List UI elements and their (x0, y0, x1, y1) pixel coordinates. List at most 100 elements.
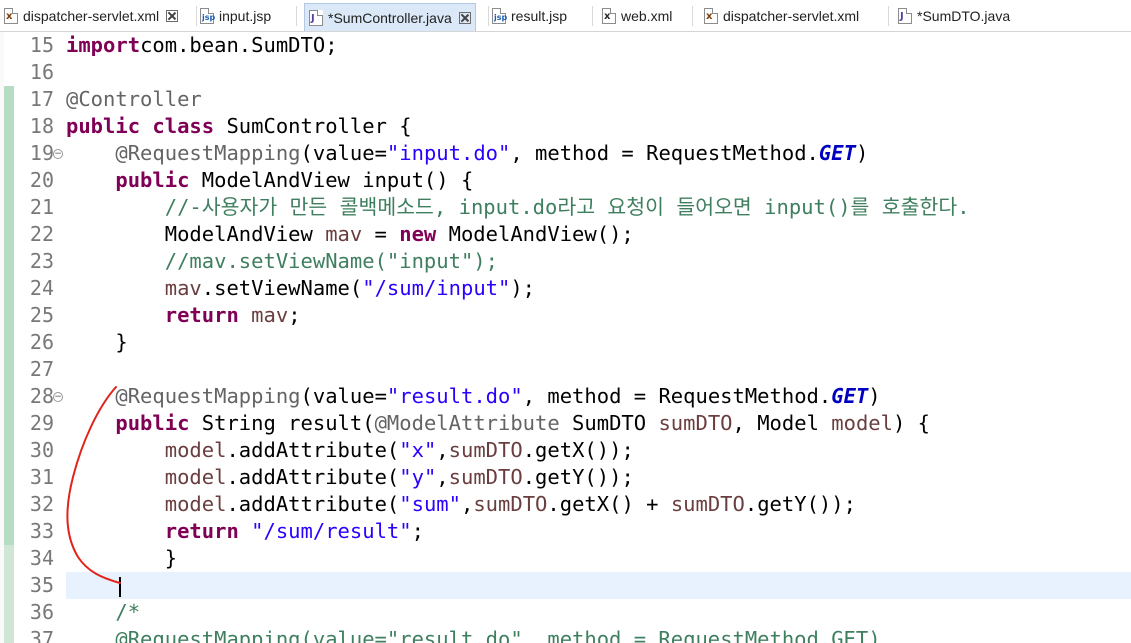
code-token: .addAttribute( (226, 492, 400, 516)
code-token: , (436, 465, 449, 489)
tab-result-jsp[interactable]: jsp result.jsp (492, 4, 567, 28)
code-token: ModelAndView(); (436, 222, 634, 246)
java-file-icon: J (309, 9, 323, 26)
code-token: "/sum/input" (362, 276, 511, 300)
code-line[interactable]: model.addAttribute("y",sumDTO.getY()); (66, 464, 634, 491)
code-token: , Model (732, 411, 832, 435)
line-number: 17 (29, 87, 54, 111)
code-token: GET (831, 384, 869, 408)
code-line[interactable]: @RequestMapping(value="input.do", method… (66, 140, 868, 167)
code-token: ModelAndView (66, 222, 326, 246)
code-token: SumController { (214, 114, 412, 138)
code-token: model (164, 492, 227, 516)
code-line[interactable]: } (66, 329, 128, 356)
line-number: 34 (29, 546, 54, 570)
code-line[interactable]: public String result(@ModelAttribute Sum… (66, 410, 930, 437)
line-number: 21 (29, 195, 54, 219)
code-token: sumDTO (658, 411, 733, 435)
code-line[interactable]: @RequestMapping(value="result.do", metho… (66, 626, 881, 643)
code-token: } (66, 330, 128, 354)
tab-sumcontroller-java[interactable]: J *SumController.java (304, 3, 476, 31)
code-token: @RequestMapping (115, 141, 301, 165)
code-line[interactable]: @RequestMapping(value="result.do", metho… (66, 383, 880, 410)
code-line[interactable]: return "/sum/result"; (66, 518, 424, 545)
code-token: ModelAndView input() { (189, 168, 474, 192)
code-token: "y" (399, 465, 437, 489)
code-token: @RequestMapping(value="result.do", metho… (115, 627, 881, 643)
code-line[interactable]: /* (66, 599, 140, 626)
code-token: ); (510, 276, 536, 300)
code-line[interactable]: } (66, 545, 177, 572)
close-tab-icon[interactable] (458, 11, 471, 24)
code-token: new (399, 222, 437, 246)
code-token: , (460, 492, 474, 516)
code-editor[interactable]: 15 16 17 18 19 20 21 22 23 24 25 26 27 28 29 30 31 32 33 34… (0, 32, 1131, 643)
text-cursor (119, 577, 121, 597)
code-line[interactable]: importcom.bean.SumDTO; (66, 32, 338, 59)
change-indicator-bar (4, 545, 14, 643)
change-indicator-bar (4, 86, 14, 545)
line-number: 27 (29, 357, 54, 381)
code-token: = (362, 222, 400, 246)
tab-label: *SumController.java (328, 9, 452, 26)
code-line[interactable]: mav.setViewName("/sum/input"); (66, 275, 535, 302)
code-token: GET (818, 141, 856, 165)
line-number: 19 (29, 141, 54, 165)
code-token: model (164, 438, 227, 462)
code-line[interactable]: @Controller (66, 86, 202, 113)
code-line[interactable]: public class SumController { (66, 113, 412, 140)
line-number: 15 (29, 33, 54, 57)
code-token: sumDTO (448, 465, 523, 489)
tab-label: *SumDTO.java (917, 8, 1011, 24)
fold-collapse-icon[interactable]: − (53, 392, 63, 402)
tab-sumdto-java[interactable]: J *SumDTO.java (898, 4, 1010, 28)
java-file-icon: J (898, 8, 912, 24)
tab-input-jsp[interactable]: jsp input.jsp (200, 4, 271, 28)
code-token: sumDTO (670, 492, 745, 516)
code-line[interactable]: ModelAndView mav = new ModelAndView(); (66, 221, 634, 248)
code-line[interactable]: return mav; (66, 302, 301, 329)
code-line[interactable]: //-사용자가 만든 콜백메소드, input.do라고 요청이 들어오면 in… (66, 194, 970, 221)
line-number: 29 (29, 411, 54, 435)
code-token: sumDTO (448, 438, 523, 462)
line-number: 28 (29, 384, 54, 408)
code-token: class (152, 114, 215, 138)
close-tab-icon[interactable] (166, 10, 179, 22)
code-line[interactable]: model.addAttribute("x",sumDTO.getX()); (66, 437, 634, 464)
code-token: ) (855, 141, 869, 165)
current-line-highlight (66, 572, 1131, 599)
code-token: } (66, 546, 178, 570)
jsp-file-icon: jsp (200, 8, 215, 24)
line-number: 22 (29, 222, 54, 246)
code-token: 를 호출한다. (850, 195, 970, 219)
code-token: @Controller (66, 87, 202, 111)
code-token: .getX()); (522, 438, 634, 462)
code-line[interactable]: //mav.setViewName("input"); (66, 248, 498, 275)
code-line[interactable]: public ModelAndView input() { (66, 167, 473, 194)
code-token: mav (164, 276, 202, 300)
code-token: model (164, 465, 227, 489)
tab-dispatcher-servlet-xml[interactable]: x dispatcher-servlet.xml (4, 4, 179, 28)
tab-dispatcher-servlet-xml-2[interactable]: x dispatcher-servlet.xml (704, 4, 859, 28)
code-token: model (831, 411, 893, 435)
code-token: public (115, 411, 190, 435)
fold-collapse-icon[interactable]: − (53, 149, 63, 159)
tab-label: dispatcher-servlet.xml (723, 8, 860, 24)
code-line[interactable]: model.addAttribute("sum", sumDTO.getX() +… (66, 491, 856, 518)
code-token: .getX() + (547, 492, 671, 516)
line-number: 25 (29, 303, 54, 327)
tab-web-xml[interactable]: x web.xml (602, 4, 672, 28)
code-token: .addAttribute( (226, 465, 400, 489)
code-token: public (115, 168, 190, 192)
code-token: mav (325, 222, 363, 246)
code-token: "sum" (399, 492, 461, 516)
